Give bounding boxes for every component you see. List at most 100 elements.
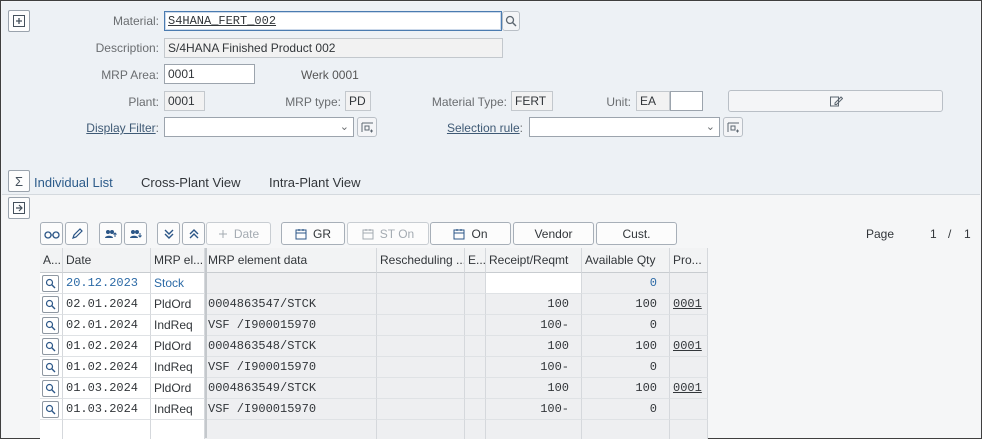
page-label: Page	[866, 227, 895, 241]
calendar-icon	[453, 228, 465, 239]
gr-button[interactable]: GR	[281, 222, 345, 245]
mrp-element-cell: PldOrd	[151, 378, 205, 399]
collapse-all-button[interactable]	[182, 222, 205, 245]
on-button-label: On	[471, 226, 488, 241]
receipt-reqmt-cell: 100-	[486, 357, 582, 378]
display-filter-select[interactable]: ⌄	[164, 117, 354, 137]
row-detail-cell	[40, 273, 63, 294]
display-filter-colon: :	[155, 121, 159, 135]
mrp-element-cell: IndReq	[151, 399, 205, 420]
exception-cell	[465, 378, 486, 399]
rescheduling-cell	[377, 378, 465, 399]
available-qty-cell: 0	[582, 273, 670, 294]
receipt-reqmt-cell: 100	[486, 294, 582, 315]
table-row[interactable]: 01.03.2024 IndReq VSF /I900015970 100- 0	[40, 399, 708, 420]
table-row[interactable]: 02.01.2024 IndReq VSF /I900015970 100- 0	[40, 315, 708, 336]
available-qty-cell: 100	[582, 378, 670, 399]
column-header-date[interactable]: Date	[63, 248, 151, 273]
mrp-area-text: Werk 0001	[301, 68, 359, 82]
on-button[interactable]: On	[430, 222, 511, 245]
unit-text-field	[670, 91, 703, 111]
available-qty-cell: 0	[582, 315, 670, 336]
vendor-button[interactable]: Vendor	[513, 222, 594, 245]
mrp-element-data-cell: VSF /I900015970	[205, 315, 377, 336]
pro-cell	[670, 399, 708, 420]
receipt-reqmt-cell: 100-	[486, 399, 582, 420]
date-button[interactable]: Date	[206, 222, 271, 245]
st-on-button-label: ST On	[379, 226, 415, 241]
rescheduling-cell	[377, 399, 465, 420]
filter-settings-icon	[361, 122, 373, 132]
sum-icon[interactable]: Σ	[8, 170, 30, 192]
pro-cell	[670, 357, 708, 378]
edit-icon	[829, 96, 843, 107]
users-down-button[interactable]	[124, 222, 147, 245]
column-header-mrp-element-data[interactable]: MRP element data	[205, 248, 377, 273]
column-header-pro[interactable]: Pro...	[670, 248, 708, 273]
rescheduling-cell	[377, 273, 465, 294]
display-filter-label[interactable]: Display Filter	[86, 121, 155, 135]
magnifier-icon[interactable]	[42, 359, 59, 376]
exception-cell	[465, 273, 486, 294]
pencil-button[interactable]	[65, 222, 88, 245]
material-field[interactable]: S4HANA_FERT_002	[164, 11, 502, 31]
table-row[interactable]: 02.01.2024 PldOrd 0004863547/STCK 100 100 000…	[40, 294, 708, 315]
cust-button[interactable]: Cust.	[596, 222, 677, 245]
receipt-reqmt-cell: 100	[486, 378, 582, 399]
display-filter-settings-button[interactable]	[357, 117, 377, 137]
mrp-area-field[interactable]: 0001	[164, 64, 255, 84]
magnifier-icon[interactable]	[42, 275, 59, 292]
row-detail-cell	[40, 336, 63, 357]
column-header-action[interactable]: A...	[40, 248, 63, 273]
users-up-button[interactable]	[99, 222, 122, 245]
selection-rule-label[interactable]: Selection rule	[447, 121, 520, 135]
mrp-type-label: MRP type:	[285, 95, 341, 109]
date-cell: 01.02.2024	[63, 336, 151, 357]
column-header-available-qty[interactable]: Available Qty	[582, 248, 670, 273]
exception-cell	[465, 336, 486, 357]
magnifier-icon[interactable]	[42, 296, 59, 313]
table-row[interactable]: 01.03.2024 PldOrd 0004863549/STCK 100 100 000…	[40, 378, 708, 399]
pro-link[interactable]: 0001	[673, 381, 702, 395]
tab-intra-plant-view[interactable]: Intra-Plant View	[269, 175, 361, 190]
date-cell: 02.01.2024	[63, 315, 151, 336]
mrp-element-cell: Stock	[151, 273, 205, 294]
selection-rule-settings-button[interactable]	[723, 117, 743, 137]
display-filter-label-group: Display Filter:	[61, 121, 159, 135]
column-header-exception[interactable]: E...	[465, 248, 486, 273]
tab-cross-plant-view[interactable]: Cross-Plant View	[141, 175, 240, 190]
pro-link[interactable]: 0001	[673, 297, 702, 311]
magnifier-icon[interactable]	[42, 338, 59, 355]
rescheduling-cell	[377, 294, 465, 315]
table-row[interactable]: 01.02.2024 IndReq VSF /I900015970 100- 0	[40, 357, 708, 378]
material-search-button[interactable]	[502, 11, 520, 31]
table-row-empty	[40, 420, 708, 439]
column-header-rescheduling[interactable]: Rescheduling ...	[377, 248, 465, 273]
expand-header-icon[interactable]	[8, 10, 30, 32]
table-header-row: A... Date MRP el... MRP element data Res…	[40, 248, 708, 273]
glasses-icon	[43, 230, 60, 239]
expand-all-button[interactable]	[157, 222, 180, 245]
glasses-button[interactable]	[40, 222, 63, 245]
receipt-reqmt-cell: 100	[486, 336, 582, 357]
collapse-panel-icon[interactable]	[8, 197, 30, 219]
magnifier-icon[interactable]	[42, 380, 59, 397]
column-header-mrp-element[interactable]: MRP el...	[151, 248, 205, 273]
unit-field: EA	[636, 91, 670, 111]
rescheduling-cell	[377, 357, 465, 378]
table-row[interactable]: 01.02.2024 PldOrd 0004863548/STCK 100 100 000…	[40, 336, 708, 357]
table-row[interactable]: 20.12.2023 Stock 0	[40, 273, 708, 294]
magnifier-icon[interactable]	[42, 401, 59, 418]
column-header-receipt-reqmt[interactable]: Receipt/Reqmt	[486, 248, 582, 273]
filter-settings-icon	[727, 122, 739, 132]
st-on-button[interactable]: ST On	[347, 222, 429, 245]
mrp-element-cell: IndReq	[151, 315, 205, 336]
tab-individual-list[interactable]: Individual List	[34, 175, 113, 198]
selection-rule-select[interactable]: ⌄	[529, 117, 720, 137]
pro-link[interactable]: 0001	[673, 339, 702, 353]
magnifier-icon[interactable]	[42, 317, 59, 334]
page-separator: /	[948, 227, 952, 241]
users-icon	[104, 229, 117, 238]
available-qty-cell: 100	[582, 336, 670, 357]
edit-button[interactable]	[728, 90, 943, 112]
